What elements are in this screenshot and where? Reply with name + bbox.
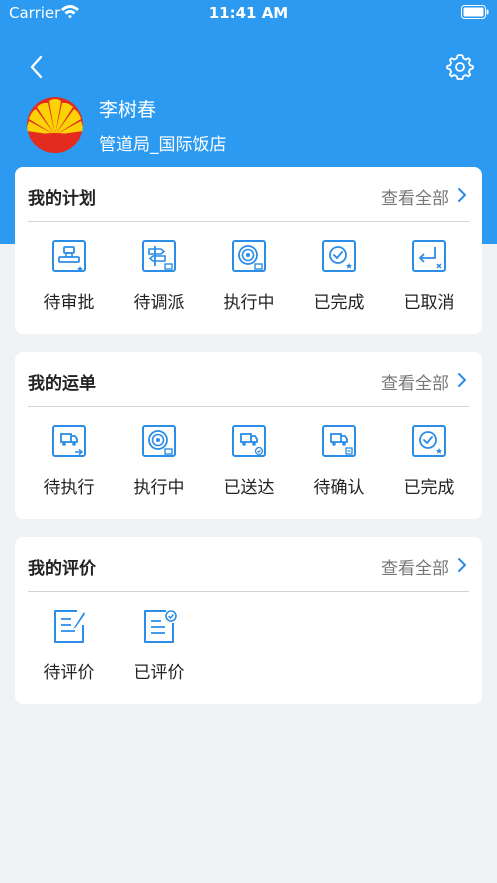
edit-document-icon [54, 610, 85, 643]
truck-check-icon [232, 425, 266, 457]
my-waybills-header: 我的运单 查看全部 [28, 352, 469, 407]
waybill-item-label: 待确认 [313, 478, 365, 498]
plans-view-all-link[interactable]: 查看全部 [381, 184, 449, 209]
plan-in-progress[interactable]: 执行中 [204, 235, 294, 325]
my-plans-title: 我的计划 [28, 189, 96, 209]
chevron-right-icon[interactable] [455, 185, 469, 205]
back-chevron-icon[interactable] [22, 52, 52, 82]
waybill-delivered[interactable]: 已送达 [204, 420, 294, 510]
checked-document-icon [144, 610, 177, 643]
chevron-right-icon[interactable] [455, 370, 469, 390]
waybill-item-label: 执行中 [133, 478, 185, 498]
review-completed[interactable]: 已评价 [114, 605, 204, 695]
signpost-icon [142, 240, 176, 272]
my-waybills-title: 我的运单 [28, 374, 96, 394]
review-item-label: 待评价 [43, 663, 95, 683]
signal-truck-icon [232, 240, 266, 272]
status-time: 11:41 AM [208, 4, 289, 22]
battery-icon [461, 5, 489, 19]
waybill-item-label: 已送达 [223, 478, 275, 498]
waybill-item-label: 已完成 [403, 478, 455, 498]
reviews-view-all-link[interactable]: 查看全部 [381, 554, 449, 579]
plan-item-label: 执行中 [223, 293, 275, 313]
my-plans-header: 我的计划 查看全部 [28, 167, 469, 222]
return-cancel-icon [412, 240, 446, 272]
plan-completed[interactable]: 已完成 [294, 235, 384, 325]
user-name: 李树春 [99, 99, 157, 121]
my-waybills-card: 我的运单 查看全部 待执行 执行中 已送达 待确认 已完成 [15, 352, 482, 519]
plan-item-label: 已完成 [313, 293, 365, 313]
signal-truck-icon [142, 425, 176, 457]
my-plans-card: 我的计划 查看全部 待审批 待调派 执行中 已完成 已取消 [15, 167, 482, 334]
truck-pending-icon [322, 425, 356, 457]
my-reviews-header: 我的评价 查看全部 [28, 537, 469, 592]
review-item-label: 已评价 [133, 663, 185, 683]
plan-item-label: 待审批 [43, 293, 95, 313]
plan-pending-approval[interactable]: 待审批 [24, 235, 114, 325]
my-reviews-card: 我的评价 查看全部 待评价 已评价 [15, 537, 482, 704]
check-star-icon [322, 240, 356, 272]
check-star-icon [412, 425, 446, 457]
chevron-right-icon[interactable] [455, 555, 469, 575]
waybill-item-label: 待执行 [43, 478, 95, 498]
waybill-pending-confirmation[interactable]: 待确认 [294, 420, 384, 510]
my-reviews-title: 我的评价 [28, 559, 96, 579]
waybill-pending-execution[interactable]: 待执行 [24, 420, 114, 510]
waybills-view-all-link[interactable]: 查看全部 [381, 369, 449, 394]
plan-item-label: 已取消 [403, 293, 455, 313]
gear-icon[interactable] [445, 52, 475, 82]
plan-item-label: 待调派 [133, 293, 185, 313]
plan-cancelled[interactable]: 已取消 [384, 235, 474, 325]
plan-pending-dispatch[interactable]: 待调派 [114, 235, 204, 325]
review-pending[interactable]: 待评价 [24, 605, 114, 695]
status-bar: Carrier 11:41 AM [0, 0, 497, 26]
truck-arrow-icon [52, 425, 86, 457]
stamp-icon [52, 240, 86, 272]
waybill-completed[interactable]: 已完成 [384, 420, 474, 510]
waybill-in-progress[interactable]: 执行中 [114, 420, 204, 510]
user-organization: 管道局_国际饭店 [99, 135, 227, 155]
company-logo [27, 97, 83, 153]
